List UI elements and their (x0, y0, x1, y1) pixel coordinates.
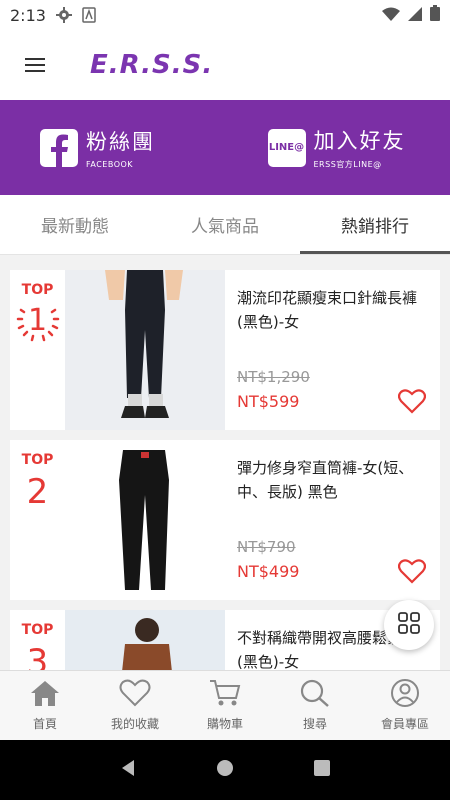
nav-favorites-label: 我的收藏 (110, 717, 159, 731)
grid-view-button[interactable] (384, 600, 434, 650)
rank-number: 2 (26, 472, 49, 512)
status-bar: 2:13 (0, 0, 450, 30)
wifi-icon (382, 6, 400, 25)
status-time: 2:13 (10, 5, 46, 25)
product-card[interactable]: TOP 1 潮流印花顯瘦束口針織長褲(黑色)-女 NT$1,290 NT$599 (10, 270, 440, 430)
rank-badge: TOP 3 (10, 610, 65, 670)
top-label: TOP (21, 622, 54, 638)
tab-bar: 最新動態 人氣商品 熱銷排行 (0, 195, 450, 255)
hamburger-icon (25, 54, 45, 76)
nav-cart-label: 購物車 (206, 717, 243, 731)
tab-best-sellers[interactable]: 熱銷排行 (300, 195, 450, 254)
product-info: 彈力修身窄直筒褲-女(短、中、長版) 黑色 NT$790 NT$499 (225, 440, 440, 600)
nav-home[interactable]: 首頁 (0, 671, 90, 740)
top-label: TOP (21, 452, 54, 468)
favorite-heart-icon[interactable] (397, 558, 427, 588)
settings-icon (55, 7, 72, 23)
product-card[interactable]: TOP 3 不對稱織帶開衩高腰鬆緊褲(黑色)-女 (10, 610, 440, 670)
app-bar: E.R.S.S. (0, 30, 450, 100)
social-banner: 粉絲團 FACEBOOK LINE@ 加入好友 ERSS官方LINE@ (0, 100, 450, 195)
tab-popular-products[interactable]: 人氣商品 (150, 195, 300, 254)
nav-member[interactable]: 會員專區 (360, 671, 450, 740)
product-image[interactable] (65, 610, 225, 670)
heart-icon (119, 679, 151, 711)
facebook-icon (40, 128, 78, 167)
system-navigation-bar (0, 740, 450, 800)
product-name[interactable]: 潮流印花顯瘦束口針織長褲(黑色)-女 (237, 286, 428, 334)
cart-icon (209, 679, 241, 711)
line-title: 加入好友 (313, 129, 406, 153)
facebook-fanpage-button[interactable]: 粉絲團 FACEBOOK (0, 100, 223, 195)
tab-latest-news[interactable]: 最新動態 (0, 195, 150, 254)
nav-cart[interactable]: 購物車 (180, 671, 270, 740)
menu-button[interactable] (0, 30, 70, 100)
user-icon (389, 679, 421, 711)
line-add-friend-button[interactable]: LINE@ 加入好友 ERSS官方LINE@ (223, 100, 450, 195)
rank-badge: TOP 2 (10, 440, 65, 600)
nav-search-label: 搜尋 (302, 717, 327, 731)
nav-search[interactable]: 搜尋 (270, 671, 360, 740)
facebook-subtitle: FACEBOOK (86, 160, 134, 169)
sale-price: NT$599 (237, 392, 300, 411)
nav-favorites[interactable]: 我的收藏 (90, 671, 180, 740)
back-icon[interactable] (118, 758, 138, 782)
product-image[interactable] (65, 440, 225, 600)
product-list[interactable]: TOP 1 潮流印花顯瘦束口針織長褲(黑色)-女 NT$1,290 NT$599… (0, 255, 450, 670)
line-badge: LINE@ (268, 142, 305, 153)
rank-number: 3 (26, 642, 49, 670)
original-price: NT$1,290 (237, 368, 310, 386)
grid-icon (398, 612, 420, 638)
line-subtitle: ERSS官方LINE@ (313, 160, 382, 169)
laurel-icon: 1 (16, 298, 60, 342)
product-name[interactable]: 彈力修身窄直筒褲-女(短、中、長版) 黑色 (237, 456, 428, 504)
rank-badge: TOP 1 (10, 270, 65, 430)
sale-price: NT$499 (237, 562, 300, 581)
search-icon (299, 679, 331, 711)
cellular-icon (408, 6, 422, 25)
product-image[interactable] (65, 270, 225, 430)
brand-logo[interactable]: E.R.S.S. (90, 50, 213, 80)
nav-home-label: 首頁 (32, 717, 57, 731)
recents-icon[interactable] (312, 758, 332, 782)
product-card[interactable]: TOP 2 彈力修身窄直筒褲-女(短、中、長版) 黑色 NT$790 NT$49… (10, 440, 440, 600)
original-price: NT$790 (237, 538, 296, 556)
rank-number: 1 (27, 302, 48, 338)
home-circle-icon[interactable] (215, 758, 235, 782)
product-info: 潮流印花顯瘦束口針織長褲(黑色)-女 NT$1,290 NT$599 (225, 270, 440, 430)
bottom-navigation: 首頁 我的收藏 購物車 搜尋 會員專區 (0, 670, 450, 740)
notification-icon (82, 7, 96, 23)
favorite-heart-icon[interactable] (397, 388, 427, 418)
top-label: TOP (21, 282, 54, 298)
nav-member-label: 會員專區 (380, 717, 429, 731)
line-icon: LINE@ (267, 128, 306, 167)
facebook-title: 粉絲團 (86, 130, 155, 154)
home-icon (29, 679, 61, 711)
battery-icon (430, 5, 440, 25)
